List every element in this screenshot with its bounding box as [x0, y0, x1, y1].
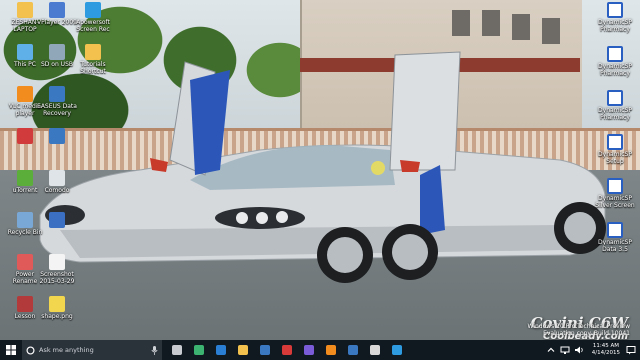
- show-hidden-icons-chevron-icon[interactable]: [546, 345, 556, 355]
- desktop-icon-label: EASEUS Data Recovery: [37, 103, 77, 117]
- media-icon: [304, 345, 314, 355]
- vlc-icon: [17, 86, 33, 102]
- action-center-icon[interactable]: [626, 345, 636, 355]
- taskbar-button[interactable]: [320, 340, 342, 360]
- computer-icon: [17, 44, 33, 60]
- utorrent-icon: [17, 170, 33, 186]
- app-icon-red: [17, 128, 33, 144]
- image-file-icon-2: [49, 296, 65, 312]
- desktop-icon-right[interactable]: DynamicSP Silver Screen: [594, 178, 636, 209]
- opera-icon: [282, 345, 292, 355]
- app-icon-blue-2: [49, 212, 65, 228]
- phone-icon: [194, 345, 204, 355]
- desktop-icon[interactable]: [36, 128, 78, 145]
- windows-logo-icon: [6, 345, 16, 355]
- desktop-icon-right[interactable]: DynamicSP Setup: [594, 134, 636, 165]
- desktop-icon-right[interactable]: DynamicSP Pharmacy: [594, 90, 636, 121]
- screen-recorder-taskbar-icon: [392, 345, 402, 355]
- edge-icon: [216, 345, 226, 355]
- desktop-icon-right[interactable]: DynamicSP Data 3.5: [594, 222, 636, 253]
- app-icon-blue: [49, 128, 65, 144]
- dynamicsp-icon: [607, 2, 623, 18]
- desktop-icon-label: DynamicSP Pharmacy: [598, 19, 632, 33]
- desktop-icon-right[interactable]: DynamicSP Pharmacy: [594, 46, 636, 77]
- settings-taskbar-icon: [348, 345, 358, 355]
- desktop-icon-label: Recycle Bin: [7, 229, 43, 236]
- store-icon: [260, 345, 270, 355]
- desktop-icon[interactable]: Comodo: [36, 170, 78, 194]
- desktop-icon-label: DynamicSP Silver Screen: [595, 195, 635, 209]
- taskbar-button[interactable]: [254, 340, 276, 360]
- desktop-icon-right[interactable]: DynamicSP Pharmacy: [594, 2, 636, 33]
- app-icon-tool: [17, 254, 33, 270]
- taskbar-button[interactable]: [342, 340, 364, 360]
- dynamicsp-icon: [607, 222, 623, 238]
- app-icon-white: [49, 170, 65, 186]
- taskbar-button[interactable]: [232, 340, 254, 360]
- desktop-icon-label: Comodo: [44, 187, 70, 194]
- vplayer-icon: [49, 2, 65, 18]
- desktop-icon[interactable]: Screenshot 2015-03-29: [36, 254, 78, 285]
- build-info-line-1: Windows 10 Pro Technical Preview: [527, 323, 630, 330]
- volume-icon[interactable]: [574, 345, 584, 355]
- file-explorer-icon: [238, 345, 248, 355]
- clock-date: 4/14/2015: [591, 350, 620, 356]
- taskbar-button[interactable]: [276, 340, 298, 360]
- taskbar: Ask me anything 11:45 AM 4/14/2015: [0, 340, 640, 360]
- build-info-line-2: Evaluation copy. Build 10041: [543, 330, 630, 337]
- desktop-icon-label: Screenshot 2015-03-29: [39, 271, 75, 285]
- desktop-icon[interactable]: shape.png: [36, 296, 78, 320]
- dynamicsp-icon: [607, 90, 623, 106]
- cortana-search-box[interactable]: Ask me anything: [22, 340, 162, 360]
- recovery-icon: [49, 86, 65, 102]
- dynamicsp-icon: [607, 46, 623, 62]
- taskbar-clock[interactable]: 11:45 AM 4/14/2015: [586, 343, 626, 357]
- taskbar-button[interactable]: [188, 340, 210, 360]
- desktop-icon-label: shape.png: [41, 313, 73, 320]
- folder-shortcut-icon: [85, 44, 101, 60]
- dynamicsp-icon: [607, 178, 623, 194]
- clock-time: 11:45 AM: [592, 343, 619, 349]
- desktop-icon[interactable]: EASEUS Data Recovery: [36, 86, 78, 117]
- desktop-icon[interactable]: Apowersoft Screen Rec: [72, 2, 114, 33]
- desktop: ZESHAN-LAPTOP VPlayer 2009 Apowersoft Scre…: [0, 0, 640, 360]
- drive-icon: [49, 44, 65, 60]
- image-file-icon: [49, 254, 65, 270]
- recycle-bin-icon: [17, 212, 33, 228]
- taskbar-button[interactable]: [166, 340, 188, 360]
- taskbar-button[interactable]: [386, 340, 408, 360]
- screen-recorder-icon: [85, 2, 101, 18]
- desktop-icon[interactable]: [36, 212, 78, 229]
- desktop-icon-label: DynamicSP Pharmacy: [598, 63, 632, 77]
- vlc-taskbar-icon: [326, 345, 336, 355]
- taskbar-button[interactable]: [364, 340, 386, 360]
- start-button[interactable]: [0, 340, 22, 360]
- cortana-circle-icon: [26, 345, 35, 355]
- taskbar-button[interactable]: [298, 340, 320, 360]
- folder-icon: [17, 2, 33, 18]
- desktop-icon-label: DynamicSP Setup: [598, 151, 632, 165]
- task-view-icon: [172, 345, 182, 355]
- desktop-icon[interactable]: Tutorials Shortcut: [72, 44, 114, 75]
- desktop-icon-label: Apowersoft Screen Rec: [76, 19, 110, 33]
- desktop-icon-label: Tutorials Shortcut: [80, 61, 106, 75]
- search-placeholder: Ask me anything: [39, 346, 94, 354]
- dynamicsp-icon: [607, 134, 623, 150]
- system-tray: 11:45 AM 4/14/2015: [544, 340, 640, 360]
- mail-icon: [370, 345, 380, 355]
- microphone-icon[interactable]: [151, 345, 158, 355]
- desktop-icon-label: DynamicSP Pharmacy: [598, 107, 632, 121]
- desktop-icon-label: DynamicSP Data 3.5: [598, 239, 632, 253]
- network-icon[interactable]: [560, 345, 570, 355]
- app-icon-dark: [17, 296, 33, 312]
- taskbar-button[interactable]: [210, 340, 232, 360]
